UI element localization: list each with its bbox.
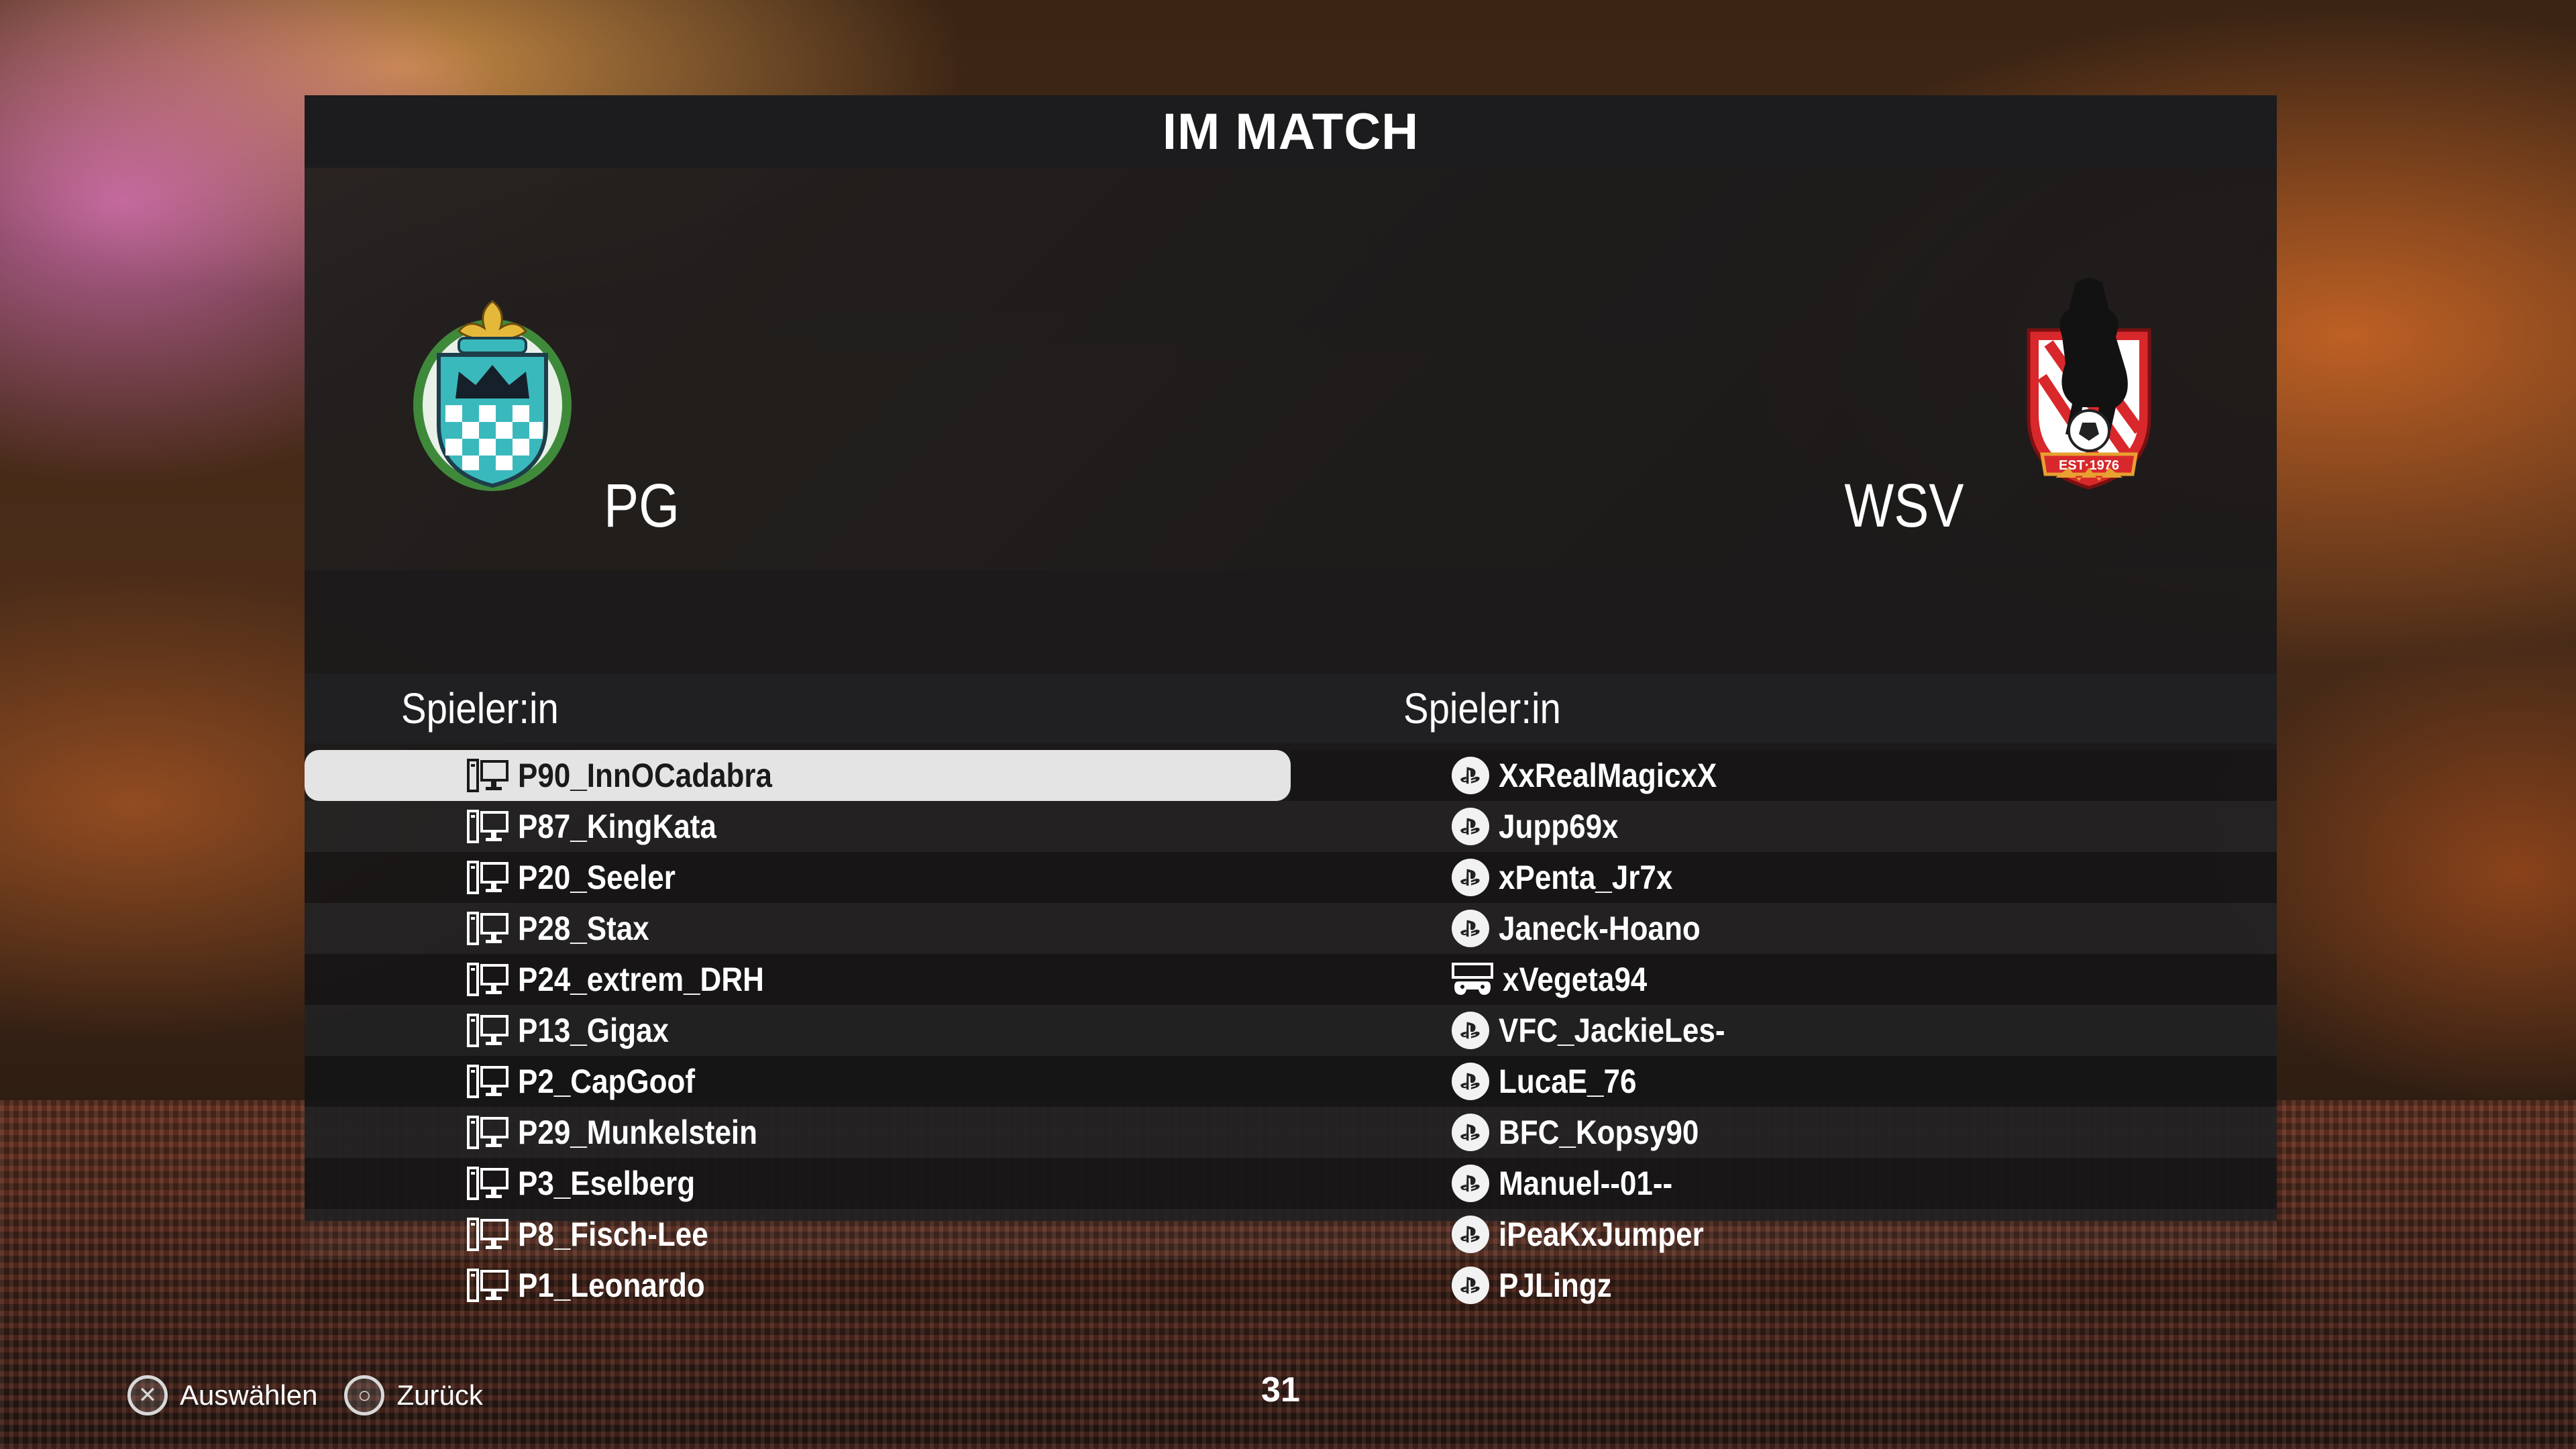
player-row[interactable]: P29_Munkelstein <box>305 1107 1291 1158</box>
away-team-name: WSV <box>1844 472 1964 540</box>
player-row[interactable]: P1_Leonardo <box>305 1260 1291 1311</box>
player-row[interactable]: P20_Seeler <box>305 852 1291 903</box>
player-row[interactable]: P90_InnOCadabra <box>305 750 1291 801</box>
pc-icon <box>467 759 508 792</box>
player-name: P2_CapGoof <box>518 1063 696 1100</box>
playstation-icon <box>1452 1012 1489 1049</box>
player-name: PJLingz <box>1499 1267 1612 1304</box>
player-row[interactable]: P13_Gigax <box>305 1005 1291 1056</box>
player-row[interactable]: iPeaKxJumper <box>1291 1209 2277 1260</box>
player-row[interactable]: VFC_JackieLes- <box>1291 1005 2277 1056</box>
player-name: xPenta_Jr7x <box>1499 859 1673 896</box>
back-label: Zurück <box>396 1379 483 1411</box>
playstation-icon <box>1452 1114 1489 1151</box>
player-row[interactable]: P24_extrem_DRH <box>305 954 1291 1005</box>
playstation-icon <box>1452 757 1489 794</box>
button-hints: ✕ Auswählen ○ Zurück <box>127 1368 483 1422</box>
green-crest-icon <box>413 300 572 491</box>
pc-icon <box>467 1269 508 1302</box>
playstation-icon <box>1452 1216 1489 1253</box>
player-row[interactable]: P2_CapGoof <box>305 1056 1291 1107</box>
select-hint[interactable]: ✕ Auswählen <box>127 1375 317 1415</box>
select-label: Auswählen <box>180 1379 318 1411</box>
home-team-name: PG <box>604 472 680 540</box>
player-name: P3_Eselberg <box>518 1165 696 1202</box>
team-header <box>305 168 2277 570</box>
player-row[interactable]: xVegeta94 <box>1291 954 2277 1005</box>
home-player-list: P90_InnOCadabra P87_KingKata P20_Seeler P28… <box>305 750 1291 1311</box>
playstation-icon <box>1452 859 1489 896</box>
pc-icon <box>467 1014 508 1047</box>
player-name: Manuel--01-- <box>1499 1165 1673 1202</box>
player-row[interactable]: PJLingz <box>1291 1260 2277 1311</box>
playstation-icon <box>1452 1267 1489 1304</box>
playstation-icon <box>1452 1063 1489 1100</box>
cross-button-icon: ✕ <box>127 1375 168 1415</box>
player-name: XxRealMagicxX <box>1499 757 1717 794</box>
player-name: P28_Stax <box>518 910 649 947</box>
pc-icon <box>467 861 508 894</box>
player-name: P24_extrem_DRH <box>518 961 764 998</box>
pc-icon <box>467 912 508 945</box>
player-name: xVegeta94 <box>1503 961 1648 998</box>
match-timer: 31 <box>1261 1371 1300 1409</box>
player-name: P8_Fisch-Lee <box>518 1216 708 1253</box>
player-row[interactable]: BFC_Kopsy90 <box>1291 1107 2277 1158</box>
player-name: P13_Gigax <box>518 1012 669 1049</box>
player-name: iPeaKxJumper <box>1499 1216 1704 1253</box>
pc-icon <box>467 1167 508 1200</box>
circle-button-icon: ○ <box>344 1375 385 1415</box>
player-name: Janeck-Hoano <box>1499 910 1701 947</box>
player-name: LucaE_76 <box>1499 1063 1637 1100</box>
bear-crest-icon: EST·1976 <box>2027 278 2151 490</box>
back-hint[interactable]: ○ Zurück <box>344 1375 483 1415</box>
player-row[interactable]: P3_Eselberg <box>305 1158 1291 1209</box>
home-players-header: Spieler:in <box>305 674 1291 743</box>
player-row[interactable]: xPenta_Jr7x <box>1291 852 2277 903</box>
player-row[interactable]: P28_Stax <box>305 903 1291 954</box>
player-name: Jupp69x <box>1499 808 1619 845</box>
player-row[interactable]: Manuel--01-- <box>1291 1158 2277 1209</box>
player-name: P29_Munkelstein <box>518 1114 758 1151</box>
player-name: P87_KingKata <box>518 808 716 845</box>
page-title: IM MATCH <box>1162 103 1419 160</box>
pc-icon <box>467 1065 508 1098</box>
playstation-icon <box>1452 1165 1489 1202</box>
title-bar: IM MATCH <box>305 95 2277 168</box>
pc-icon <box>467 810 508 843</box>
pc-icon <box>467 1116 508 1149</box>
away-column-label: Spieler:in <box>1403 684 1561 733</box>
player-name: P90_InnOCadabra <box>518 757 773 794</box>
player-row[interactable]: LucaE_76 <box>1291 1056 2277 1107</box>
away-player-list: XxRealMagicxX Jupp69x xPenta_Jr7x Janeck-Ho… <box>1291 750 2277 1311</box>
in-match-panel: IM MATCH PG EST·1976 WSV Spieler:in Spie… <box>305 95 2277 1311</box>
playstation-icon <box>1452 910 1489 947</box>
player-row[interactable]: P8_Fisch-Lee <box>305 1209 1291 1260</box>
player-row[interactable]: P87_KingKata <box>305 801 1291 852</box>
pc-icon <box>467 1218 508 1251</box>
pc-icon <box>467 963 508 996</box>
player-name: VFC_JackieLes- <box>1499 1012 1725 1049</box>
away-players-header: Spieler:in <box>1291 674 2277 743</box>
player-row[interactable]: Janeck-Hoano <box>1291 903 2277 954</box>
player-name: P20_Seeler <box>518 859 676 896</box>
player-name: BFC_Kopsy90 <box>1499 1114 1699 1151</box>
controller-icon <box>1452 963 1493 995</box>
player-row[interactable]: XxRealMagicxX <box>1291 750 2277 801</box>
home-column-label: Spieler:in <box>401 684 559 733</box>
player-name: P1_Leonardo <box>518 1267 705 1304</box>
playstation-icon <box>1452 808 1489 845</box>
player-row[interactable]: Jupp69x <box>1291 801 2277 852</box>
